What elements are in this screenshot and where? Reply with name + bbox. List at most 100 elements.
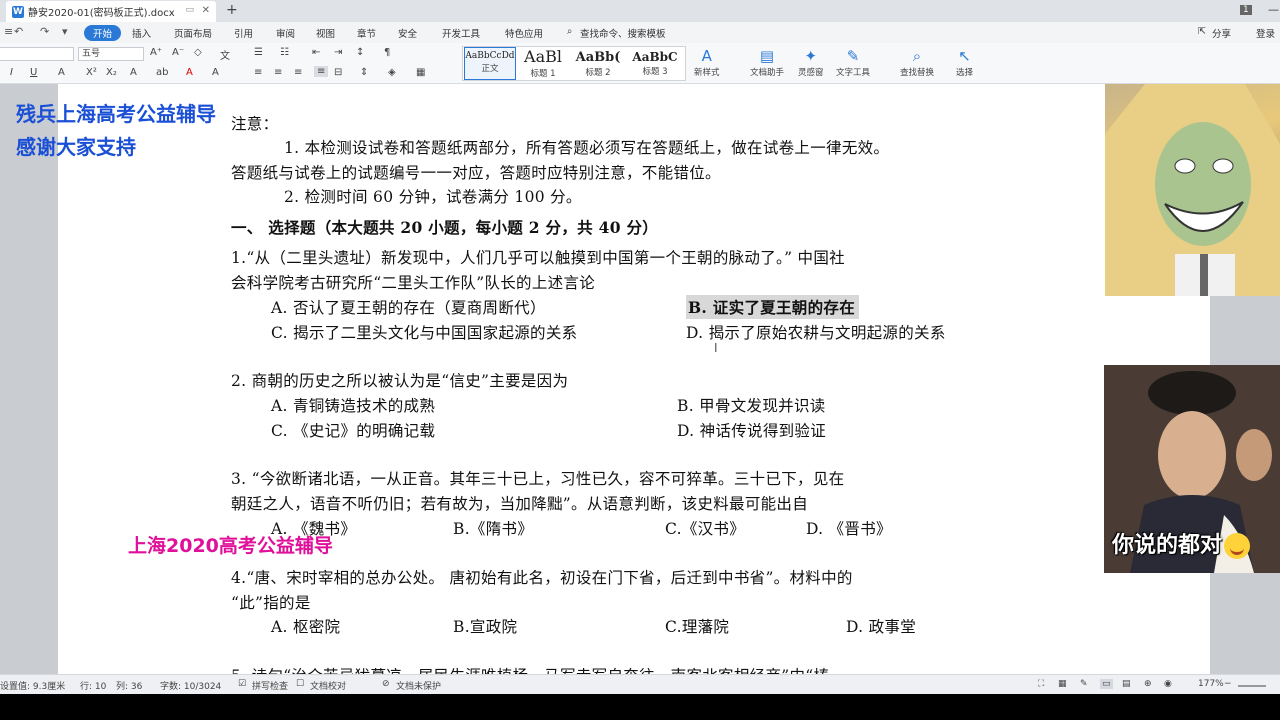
cartoon-face-illustration [1105,84,1280,296]
notice-line-1: 1. 本检测设试卷和答题纸两部分，所有答题必须写在答题纸上，做在试卷上一律无效。 [284,139,890,157]
minimize-button[interactable]: — [1268,3,1279,16]
document-protection-status[interactable]: 文档未保护 [396,679,441,692]
question-3-line-2: 朝廷之人，语音不听仍旧；若有故为，当加降黜”。从语意判断，该史料最可能出自 [231,495,809,513]
zoom-slider[interactable] [1238,685,1266,687]
menu-tab-references[interactable]: 引用 [234,26,253,40]
zoom-out-icon[interactable]: − [1224,679,1232,689]
borders-icon[interactable]: ▦ [416,67,425,78]
redo-icon[interactable]: ↷ [40,25,49,38]
strikethrough-icon[interactable]: A [58,67,65,78]
style-heading-1[interactable]: AaBl 标题 1 [518,47,568,80]
highlight-icon[interactable]: ab [156,67,168,78]
shrink-font-icon[interactable]: A⁻ [172,47,184,58]
find-replace-button[interactable]: ⌕ 查找替换 [900,46,934,78]
zoom-level[interactable]: 177% [1198,679,1224,689]
show-marks-icon[interactable]: ¶ [384,47,390,58]
view-page-icon[interactable]: ▭ [1100,679,1113,689]
style-heading-2[interactable]: AaBb( 标题 2 [571,47,625,80]
menu-tab-insert[interactable]: 插入 [132,26,151,40]
view-outline-icon[interactable]: ▤ [1122,679,1131,689]
new-tab-button[interactable]: + [226,2,238,18]
question-4-option-d: D. 政事堂 [846,618,917,636]
align-left-icon[interactable]: ≡ [254,67,262,78]
line-spacing-icon[interactable]: ⇕ [360,67,368,78]
view-eye-icon[interactable]: ◉ [1164,679,1172,689]
underline-icon[interactable]: U [30,67,37,78]
menu-bar: ≡ ↶ ↷ ▾ 开始 插入 页面布局 引用 审阅 视图 章节 安全 开发工具 特… [0,22,1280,43]
align-center-icon[interactable]: ≡ [274,67,282,78]
numbering-icon[interactable]: ☷ [280,47,289,58]
distribute-icon[interactable]: ⊟ [334,67,342,78]
badge-count[interactable]: 1 [1240,5,1252,15]
protect-icon[interactable]: ⊘ [382,679,390,689]
share-icon[interactable]: ⇱ [1198,26,1206,37]
font-name-select[interactable] [0,47,74,61]
document-page[interactable]: 注意： 1. 本检测设试卷和答题纸两部分，所有答题必须写在答题纸上，做在试卷上一… [58,84,1210,674]
menu-tab-developer[interactable]: 开发工具 [442,26,480,40]
select-button[interactable]: ↖ 选择 [956,46,973,78]
view-grid-icon[interactable]: ▦ [1058,679,1067,689]
text-tools-button[interactable]: ✎ 文字工具 [836,46,870,78]
menu-tab-review[interactable]: 审阅 [276,26,295,40]
menu-tab-chapter[interactable]: 章节 [357,26,376,40]
share-button[interactable]: 分享 [1212,26,1231,40]
document-tab-title: 静安2020-01(密码板正式).docx [28,8,175,19]
view-fullscreen-icon[interactable]: ⛶ [1038,679,1044,689]
question-1-option-d: D. 揭示了原始农耕与文明起源的关系 [686,324,946,342]
proofread-icon[interactable]: ☐ [296,679,304,689]
menu-tab-page-layout[interactable]: 页面布局 [174,26,212,40]
view-web-icon[interactable]: ⊕ [1144,679,1152,689]
grow-font-icon[interactable]: A⁺ [150,47,162,58]
font-color-icon[interactable]: A [186,67,193,78]
magnifier-icon: ⌕ [912,47,922,65]
menu-tab-features[interactable]: 特色应用 [505,26,543,40]
font-size-select[interactable]: 五号 [78,47,144,61]
menu-tab-security[interactable]: 安全 [398,26,417,40]
command-search-box[interactable]: 查找命令、搜索模板 [580,26,666,40]
quick-access-chevron-icon[interactable]: ▾ [62,25,68,38]
sign-in-link[interactable]: 登录 [1256,26,1275,40]
tab-window-icon[interactable]: ▭ [185,5,194,15]
bullets-icon[interactable]: ☰ [254,47,263,58]
inspiration-button[interactable]: ✦ 灵感窗 [798,46,824,78]
spell-check-icon[interactable]: ☑ [238,679,246,689]
search-icon[interactable]: ⌕ [567,26,572,37]
menu-tab-start[interactable]: 开始 [84,25,122,41]
style-normal[interactable]: AaBbCcDd 正文 [464,47,516,80]
meme-image-top [1105,84,1280,296]
menu-icon[interactable]: ≡ [4,25,13,38]
clear-format-icon[interactable]: ◇ [194,47,202,58]
document-tab[interactable]: W 静安2020-01(密码板正式).docx ▭ ✕ [6,1,216,22]
sort-icon[interactable]: ↕ [356,47,364,58]
shading-icon[interactable]: ◈ [388,67,396,78]
italic-icon[interactable]: I [10,67,13,78]
new-style-button[interactable]: A 新样式 [694,46,720,78]
subscript-icon[interactable]: X₂ [106,67,117,78]
question-1-option-b-selected[interactable]: B. 证实了夏王朝的存在 [686,295,859,319]
question-1-option-a: A. 否认了夏王朝的存在（夏商周断代） [271,299,546,317]
spell-check-button[interactable]: 拼写检查 [252,679,288,692]
decrease-indent-icon[interactable]: ⇤ [312,47,320,58]
align-right-icon[interactable]: ≡ [294,67,302,78]
pointer-icon: ↖ [958,47,971,65]
style-heading-3[interactable]: AaBbC 标题 3 [627,47,683,80]
text-cursor-icon: I [714,341,718,355]
doc-assistant-button[interactable]: ▤ 文档助手 [750,46,784,78]
view-edit-icon[interactable]: ✎ [1080,679,1088,689]
undo-icon[interactable]: ↶ [14,25,23,38]
status-word-count[interactable]: 字数: 10/3024 [160,679,221,692]
superscript-icon[interactable]: X² [86,67,97,78]
tab-close-icon[interactable]: ✕ [202,5,210,16]
char-shading-icon[interactable]: A [212,67,219,78]
increase-indent-icon[interactable]: ⇥ [334,47,342,58]
justify-icon[interactable]: ≡ [314,66,329,77]
overlay-title-line-2: 感谢大家支持 [16,135,136,159]
proofread-button[interactable]: 文档校对 [310,679,346,692]
status-setting-value[interactable]: 设置值: 9.3厘米 [0,679,65,692]
text-effect-icon[interactable]: A [130,67,137,78]
question-2-option-b: B. 甲骨文发现并识读 [677,397,826,415]
document-workspace[interactable]: 注意： 1. 本检测设试卷和答题纸两部分，所有答题必须写在答题纸上，做在试卷上一… [0,84,1280,674]
pinyin-icon[interactable]: 文 [220,47,230,62]
letterbox-bottom [0,694,1280,720]
menu-tab-view[interactable]: 视图 [316,26,335,40]
